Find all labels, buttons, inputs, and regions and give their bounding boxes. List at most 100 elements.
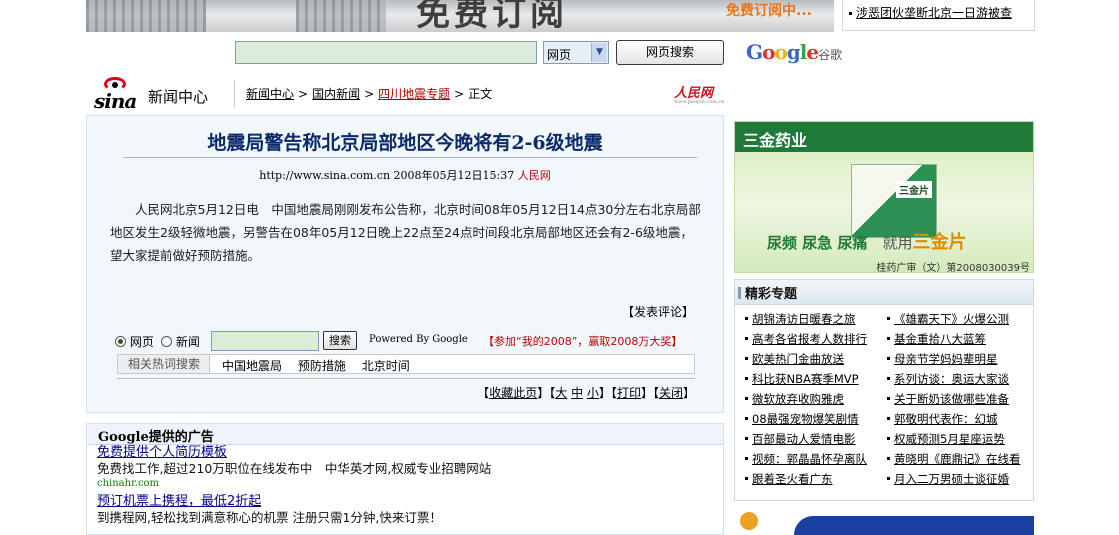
topic-link[interactable]: 欧美热门金曲放送 bbox=[752, 352, 844, 366]
google-logo[interactable]: Google谷歌 bbox=[746, 40, 842, 64]
ad-description: 到携程网,轻松找到满意称心的机票 注册只需1分钟,快来订票！ bbox=[97, 510, 442, 525]
topic-item: 基金重拾八大蓝筹 bbox=[887, 331, 1021, 351]
font-large-link[interactable]: 大 bbox=[555, 386, 567, 400]
hot-terms-bar: 相关热词搜索 中国地震局 预防措施 北京时间 bbox=[117, 354, 695, 374]
ad-slogan-product: 三金片 bbox=[912, 232, 967, 253]
topic-link[interactable]: 基金重拾八大蓝筹 bbox=[894, 332, 986, 346]
topic-item: 高考各省报考人数排行 bbox=[745, 331, 867, 351]
topic-item: 欧美热门金曲放送 bbox=[745, 351, 867, 371]
topic-link[interactable]: 跟着圣火看广东 bbox=[752, 472, 833, 486]
ad-title-link[interactable]: 预订机票上携程，最低2折起 bbox=[97, 494, 713, 510]
chevron-down-icon[interactable]: ▼ bbox=[591, 43, 607, 62]
radio-unchecked-icon[interactable] bbox=[161, 336, 172, 347]
people-daily-logo[interactable]: 人民网 www.people.com.cn bbox=[674, 82, 725, 105]
topic-link[interactable]: 高考各省报考人数排行 bbox=[752, 332, 867, 346]
topic-link[interactable]: 微软放弃收购雅虎 bbox=[752, 392, 844, 406]
close-link[interactable]: 关闭 bbox=[659, 386, 683, 400]
inline-search-input[interactable] bbox=[211, 331, 319, 351]
search-input[interactable] bbox=[235, 41, 537, 64]
favorite-link[interactable]: 收藏此页 bbox=[489, 386, 537, 400]
breadcrumb-domestic-news[interactable]: 国内新闻 bbox=[312, 87, 360, 101]
topic-item: 月入二万男硕士谈征婚 bbox=[887, 471, 1021, 491]
breadcrumb: 新闻中心 > 国内新闻 > 四川地震专题 > 正文 bbox=[246, 87, 493, 101]
search-scope-select[interactable]: 网页 ▼ bbox=[543, 41, 609, 64]
inline-search: 网页 新闻 搜索 Powered By Google 【参加“我的2008”，赢… bbox=[115, 330, 715, 352]
breadcrumb-current: 正文 bbox=[468, 87, 493, 101]
hot-term[interactable]: 中国地震局 bbox=[222, 359, 282, 373]
ad-approval-number: 桂药广审（文）第2008030039号 bbox=[876, 263, 1030, 273]
medicine-box-label: 三金片 bbox=[896, 181, 932, 198]
powered-by-google: Powered By Google bbox=[369, 334, 468, 345]
inline-search-button[interactable]: 搜索 bbox=[323, 331, 357, 350]
nav-divider bbox=[234, 80, 235, 108]
nav-header: sina 新闻中心 新闻中心 > 国内新闻 > 四川地震专题 > 正文 人民网 www.peo… bbox=[86, 74, 1034, 114]
topic-item: 08最强宠物爆笑剧情 bbox=[745, 411, 867, 431]
top-news-link[interactable]: 涉恶团伙垄断北京一日游被查 bbox=[856, 6, 1012, 20]
topic-item: 微软放弃收购雅虎 bbox=[745, 391, 867, 411]
topic-item: 科比获NBA赛季MVP bbox=[745, 371, 867, 391]
topic-link[interactable]: 权威预测5月星座运势 bbox=[894, 432, 1005, 446]
search-scope-value: 网页 bbox=[547, 48, 572, 62]
article-source[interactable]: 人民网 bbox=[518, 169, 551, 182]
hot-term[interactable]: 北京时间 bbox=[362, 359, 410, 373]
sina-logo-text: sina bbox=[94, 89, 137, 113]
topic-item: 母亲节学妈妈辈明星 bbox=[887, 351, 1021, 371]
topic-link[interactable]: 08最强宠物爆笑剧情 bbox=[752, 412, 859, 426]
ad-slogan-symptoms: 尿频 尿急 尿痛 bbox=[767, 234, 868, 252]
radio-checked-icon[interactable] bbox=[115, 336, 126, 347]
banner-subscribe-text: 免费订阅中... bbox=[726, 3, 812, 19]
topic-link[interactable]: 黄晓明《鹿鼎记》在线看 bbox=[894, 452, 1021, 466]
hot-terms-label: 相关热词搜索 bbox=[118, 355, 210, 373]
ads-header: Google提供的广告 bbox=[87, 424, 723, 445]
sanjin-ad-banner[interactable]: 三金药业 三金片 尿频 尿急 尿痛 就用三金片 桂药广审（文）第20080300… bbox=[734, 121, 1034, 273]
font-medium-link[interactable]: 中 bbox=[571, 386, 583, 400]
ad-title-link[interactable]: 免费提供个人简历模板 bbox=[97, 445, 713, 461]
topic-item: 视频：郭晶晶怀孕离队 bbox=[745, 451, 867, 471]
search-bar: 网页 ▼ 网页搜索 Google谷歌 bbox=[0, 39, 1119, 67]
article-datetime: 2008年05月12日15:37 bbox=[393, 169, 515, 182]
topics-right-column: 《雄霸天下》火爆公测 基金重拾八大蓝筹 母亲节学妈妈辈明星 系列访谈：奥运大家谈… bbox=[887, 311, 1021, 491]
topic-link[interactable]: 母亲节学妈妈辈明星 bbox=[894, 352, 998, 366]
promo-link[interactable]: 【参加“我的2008”，赢取2008万大奖】 bbox=[483, 333, 682, 349]
section-title: 新闻中心 bbox=[148, 88, 209, 106]
topic-link[interactable]: 胡锦涛访日暖春之旅 bbox=[752, 312, 856, 326]
top-banner-ad[interactable]: 免费订阅 免费订阅中... bbox=[86, 0, 834, 32]
web-search-button[interactable]: 网页搜索 bbox=[616, 40, 724, 65]
topic-link[interactable]: 月入二万男硕士谈征婚 bbox=[894, 472, 1009, 486]
radio-news-option[interactable]: 新闻 bbox=[161, 333, 200, 350]
print-link[interactable]: 打印 bbox=[617, 386, 641, 400]
sina-logo[interactable]: sina bbox=[92, 77, 142, 113]
topic-link[interactable]: 百部最动人爱情电影 bbox=[752, 432, 856, 446]
topic-link[interactable]: 系列访谈：奥运大家谈 bbox=[894, 372, 1009, 386]
featured-topics-panel: 精彩专题 胡锦涛访日暖春之旅 高考各省报考人数排行 欧美热门金曲放送 科比获NB… bbox=[734, 279, 1034, 501]
font-small-link[interactable]: 小 bbox=[587, 386, 599, 400]
hot-term[interactable]: 预防措施 bbox=[298, 359, 346, 373]
topic-link[interactable]: 科比获NBA赛季MVP bbox=[752, 372, 859, 386]
post-comment-link[interactable]: 【发表评论】 bbox=[622, 303, 694, 320]
ad-item: 预订机票上携程，最低2折起 到携程网,轻松找到满意称心的机票 注册只需1分钟,快… bbox=[87, 494, 723, 526]
topic-item: 《雄霸天下》火爆公测 bbox=[887, 311, 1021, 331]
topic-item: 关于断奶该做哪些准备 bbox=[887, 391, 1021, 411]
bottom-ad-graphic bbox=[794, 516, 1034, 535]
topic-link[interactable]: 《雄霸天下》火爆公测 bbox=[894, 312, 1009, 326]
article-panel: 地震局警告称北京局部地区今晚将有2-6级地震 http://www.sina.c… bbox=[86, 115, 724, 413]
medicine-box-image: 三金片 bbox=[851, 164, 937, 238]
article-meta: http://www.sina.com.cn 2008年05月12日15:37 … bbox=[87, 167, 723, 183]
radio-web-label: 网页 bbox=[129, 335, 154, 349]
topic-link[interactable]: 郭敬明代表作：幻城 bbox=[894, 412, 998, 426]
banner-building-graphic bbox=[296, 0, 386, 32]
topics-left-column: 胡锦涛访日暖春之旅 高考各省报考人数排行 欧美热门金曲放送 科比获NBA赛季MV… bbox=[745, 311, 867, 491]
topic-link[interactable]: 关于断奶该做哪些准备 bbox=[894, 392, 1009, 406]
ad-description: 免费找工作,超过210万职位在线发布中 中华英才网,权威专业招聘网站 bbox=[97, 461, 492, 476]
topic-item: 跟着圣火看广东 bbox=[745, 471, 867, 491]
bullet-icon bbox=[849, 12, 852, 15]
topic-link[interactable]: 视频：郭晶晶怀孕离队 bbox=[752, 452, 867, 466]
radio-web-option[interactable]: 网页 bbox=[115, 333, 154, 350]
bottom-ad-banner[interactable] bbox=[734, 510, 1034, 535]
ad-url[interactable]: chinahr.com bbox=[97, 477, 713, 490]
top-news-box: 涉恶团伙垄断北京一日游被查 bbox=[842, 0, 1035, 31]
breadcrumb-sichuan-quake[interactable]: 四川地震专题 bbox=[378, 87, 450, 101]
ad-slogan-use: 就用 bbox=[882, 234, 913, 252]
breadcrumb-news-center[interactable]: 新闻中心 bbox=[246, 87, 294, 101]
topic-item: 胡锦涛访日暖春之旅 bbox=[745, 311, 867, 331]
